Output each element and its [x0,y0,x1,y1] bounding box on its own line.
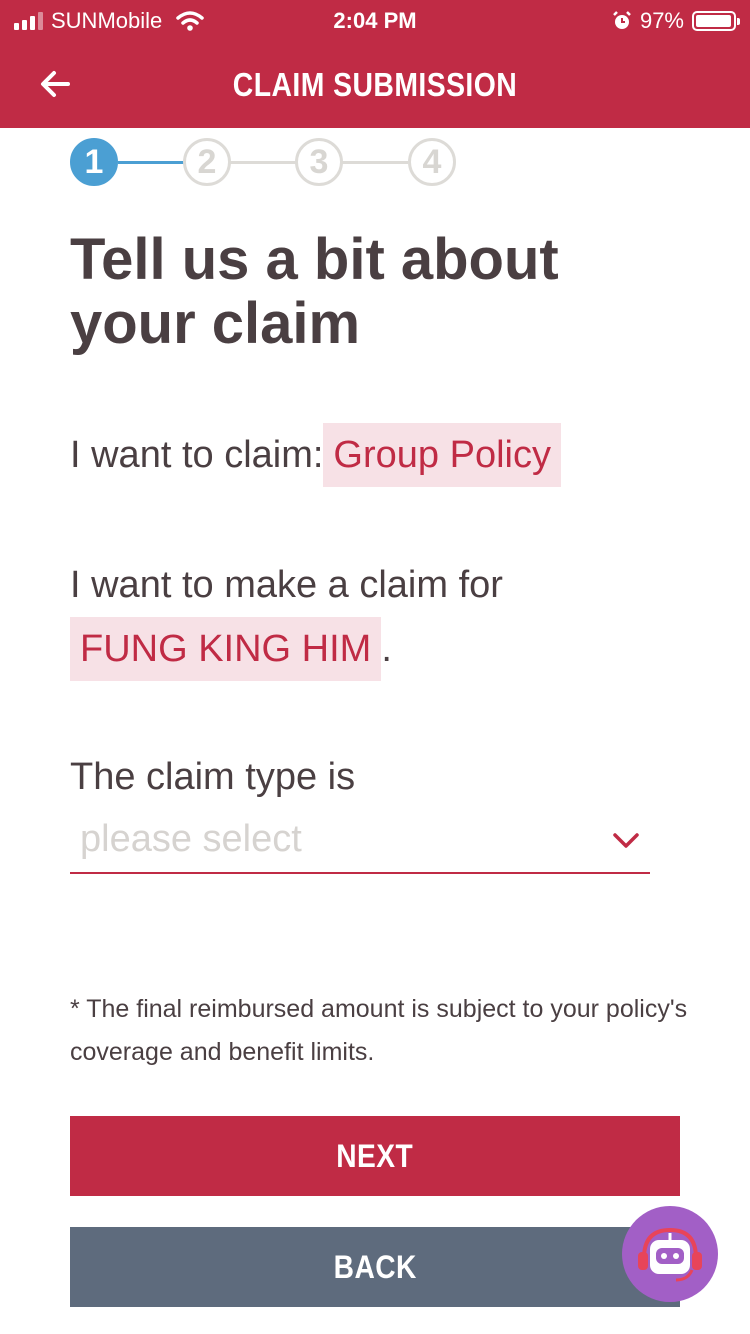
claim-type-dropdown[interactable]: please select [70,810,650,874]
battery-icon [692,11,740,31]
back-button[interactable]: BACK [70,1227,680,1307]
robot-headset-icon [638,1227,702,1282]
claim-type-label: The claim type is [70,756,356,798]
coverage-note: * The final reimbursed amount is subject… [70,995,688,1066]
claimant-label: I want to make a claim for [70,564,503,606]
claim-policy-label: I want to claim: [70,434,324,476]
status-bar: SUNMobile 2:04 PM 97% [0,0,750,40]
step-connector [342,161,408,164]
claim-policy-row: I want to claim: Group Policy [70,423,561,487]
claimant-period: . [381,628,392,670]
back-button-label: BACK [333,1249,417,1285]
app-header: SUNMobile 2:04 PM 97% CLAIM SUBMISSION [0,0,750,128]
claimant-select[interactable]: FUNG KING HIM [70,617,382,681]
battery-percent: 97% [639,8,684,33]
form-heading: Tell us a bit about your claim [70,227,559,356]
step-3: 3 [295,138,343,186]
claimant-row: I want to make a claim for FUNG KING HIM… [70,553,690,681]
step-4: 4 [408,138,456,186]
claim-policy-select[interactable]: Group Policy [323,423,561,487]
next-button[interactable]: NEXT [70,1116,680,1196]
step-1: 1 [70,138,118,186]
next-button-label: NEXT [336,1138,414,1174]
claim-type-placeholder: please select [80,818,302,860]
step-connector [118,161,184,164]
chatbot-button[interactable] [622,1206,718,1302]
step-2: 2 [183,138,231,186]
progress-stepper: 1 2 3 4 [70,138,470,188]
step-connector [230,161,296,164]
chevron-down-icon [613,833,639,848]
alarm-icon [613,11,631,29]
nav-bar: CLAIM SUBMISSION [0,40,750,128]
page-title: CLAIM SUBMISSION [232,66,518,103]
